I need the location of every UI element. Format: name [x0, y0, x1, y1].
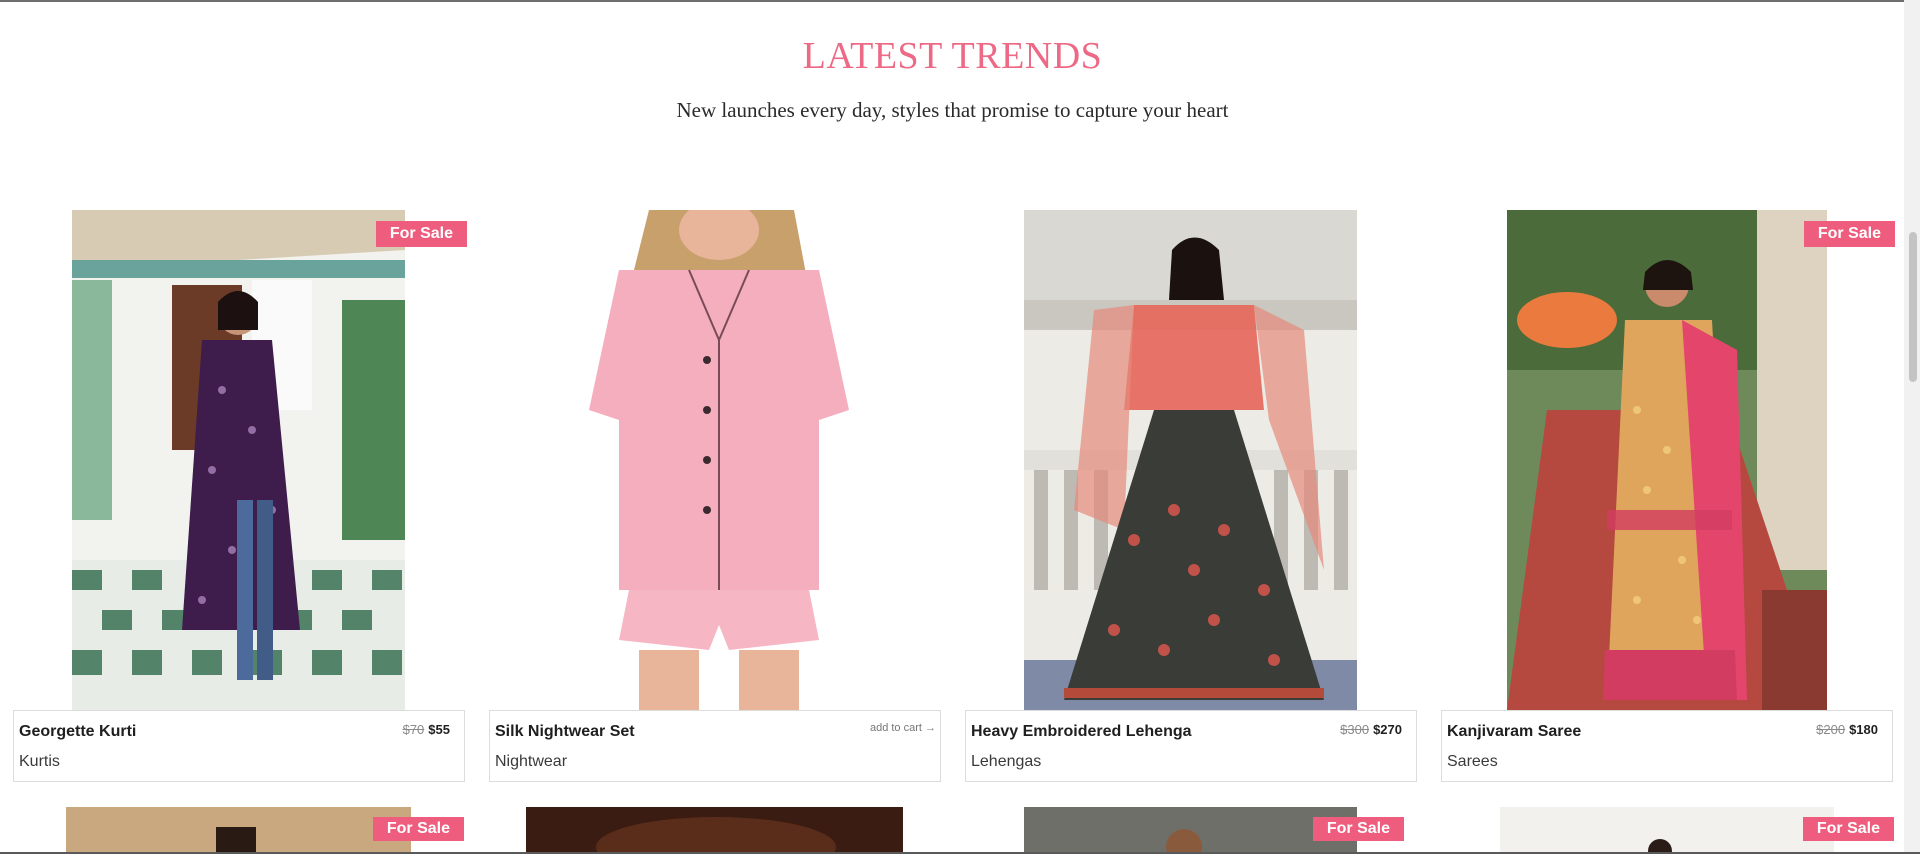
sale-badge: For Sale: [372, 817, 464, 841]
product-image[interactable]: [526, 807, 903, 854]
product-image[interactable]: [66, 807, 411, 854]
scroll-thumb[interactable]: [1909, 232, 1917, 382]
product-info: Kanjivaram Saree $200 $180 Sarees: [1441, 710, 1893, 782]
product-category: Sarees: [1447, 753, 1498, 770]
sale-price: $270: [1373, 722, 1402, 737]
product-card-next-1[interactable]: For Sale: [66, 807, 464, 854]
original-price: $70: [402, 722, 425, 737]
product-category: Nightwear: [495, 753, 568, 770]
product-info: Georgette Kurti $70 $55 Kurtis: [13, 710, 465, 782]
product-category: Kurtis: [19, 753, 60, 770]
product-card-next-3[interactable]: For Sale: [1024, 807, 1404, 854]
product-name[interactable]: Georgette Kurti: [19, 723, 136, 741]
top-border: [0, 0, 1920, 2]
product-image[interactable]: [1507, 210, 1827, 710]
product-image[interactable]: [72, 210, 405, 710]
sale-badge: For Sale: [375, 221, 467, 247]
product-image[interactable]: [1024, 210, 1357, 710]
sale-price: $55: [428, 722, 450, 737]
product-info: Silk Nightwear Set add to cart → Nightwe…: [489, 710, 941, 782]
section-subtitle: New launches every day, styles that prom…: [676, 98, 1229, 122]
product-prices: $300 $270: [1340, 722, 1402, 737]
section-title: LATEST TRENDS: [802, 35, 1103, 77]
original-price: $200: [1816, 722, 1846, 737]
sale-badge: For Sale: [1802, 817, 1894, 841]
add-to-cart-link[interactable]: add to cart →: [870, 722, 936, 734]
product-category: Lehengas: [971, 753, 1042, 770]
page-scrollbar[interactable]: [1904, 0, 1920, 854]
original-price: $300: [1340, 722, 1370, 737]
sale-badge: For Sale: [1312, 817, 1404, 841]
product-prices: $70 $55: [403, 722, 450, 737]
product-name[interactable]: Kanjivaram Saree: [1447, 723, 1581, 741]
product-card-next-4[interactable]: For Sale: [1500, 807, 1894, 854]
product-prices: $200 $180: [1816, 722, 1878, 737]
product-image[interactable]: [1024, 807, 1357, 854]
sale-badge: For Sale: [1803, 221, 1895, 247]
product-image[interactable]: [1500, 807, 1834, 854]
product-card-next-2[interactable]: [526, 807, 903, 854]
sale-price: $180: [1849, 722, 1878, 737]
product-info: Heavy Embroidered Lehenga $300 $270 Lehen…: [965, 710, 1417, 782]
product-name[interactable]: Heavy Embroidered Lehenga: [971, 723, 1192, 741]
product-image[interactable]: [569, 210, 869, 710]
product-name[interactable]: Silk Nightwear Set: [495, 723, 635, 741]
